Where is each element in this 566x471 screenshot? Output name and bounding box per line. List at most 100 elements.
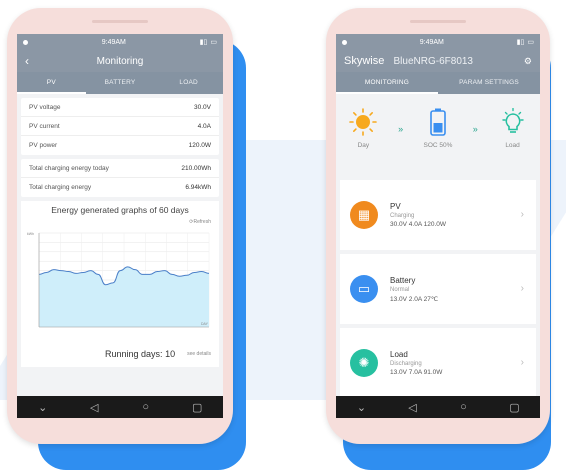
left-phone: 9:49AM ▮▯ ▭ ‹ Monitoring PV BATTERY LOAD bbox=[7, 8, 233, 444]
chevron-right-icon: › bbox=[520, 283, 524, 294]
signal-icon: ▮▯ bbox=[199, 39, 208, 46]
back-triangle-icon[interactable]: ◁ bbox=[83, 401, 105, 414]
status-bar: 9:49AM ▮▯ ▭ bbox=[17, 34, 223, 50]
tab-bar: MONITORING PARAM SETTINGS bbox=[336, 72, 540, 94]
running-days-label: Running days: bbox=[105, 349, 163, 359]
tab-load[interactable]: LOAD bbox=[154, 72, 223, 94]
card-values: 30.0V 4.0A 120.0W bbox=[390, 221, 447, 228]
chevron-right-icon: › bbox=[520, 357, 524, 368]
tab-pv[interactable]: PV bbox=[17, 72, 86, 94]
running-days-value: 10 bbox=[165, 349, 176, 359]
chevron-down-icon[interactable]: ⌄ bbox=[32, 401, 54, 414]
tab-bar: PV BATTERY LOAD bbox=[17, 72, 223, 94]
pv-card[interactable]: ▦ PV Charging 30.0V 4.0A 120.0W › bbox=[340, 180, 536, 250]
pv-voltage-row: PV voltage 30.0V bbox=[21, 98, 219, 117]
header: 9:49AM ▮▯ ▭ ‹ Monitoring PV BATTERY LOAD bbox=[17, 34, 223, 94]
battery-card-text: Battery Normal 13.0V 2.0A 27℃ bbox=[390, 276, 438, 303]
tab-param-settings[interactable]: PARAM SETTINGS bbox=[438, 72, 540, 94]
flow-arrow-icon: » bbox=[398, 124, 404, 134]
card-values: 13.0V 7.0A 91.0W bbox=[390, 369, 443, 376]
x-unit-label: DAY bbox=[201, 322, 209, 326]
page-title: Monitoring bbox=[96, 55, 144, 67]
card-status: Discharging bbox=[390, 361, 422, 367]
pv-power-row: PV power 120.0W bbox=[21, 136, 219, 155]
status-bar: 9:49AM ▮▯ ▭ bbox=[336, 34, 540, 50]
dashboard-screen: 9:49AM ▮▯ ▭ Skywise BlueNRG-6F8013 ⚙ MON… bbox=[336, 34, 540, 418]
flow-label: Load bbox=[505, 142, 520, 149]
flow-soc: SOC 50% bbox=[418, 108, 458, 149]
row-value: 120.0W bbox=[188, 142, 211, 149]
status-icons: ▮▯ ▭ bbox=[200, 38, 217, 46]
title-bar: Skywise BlueNRG-6F8013 ⚙ bbox=[336, 50, 540, 72]
home-circle-icon[interactable]: ○ bbox=[135, 401, 157, 413]
flow-load: Load bbox=[493, 108, 533, 149]
speaker bbox=[410, 20, 466, 23]
see-details-link[interactable]: see details bbox=[187, 351, 211, 357]
monitoring-screen: 9:49AM ▮▯ ▭ ‹ Monitoring PV BATTERY LOAD bbox=[17, 34, 223, 418]
energy-total-row: Total charging energy 6.94kWh bbox=[21, 178, 219, 197]
row-label: Total charging energy today bbox=[29, 164, 109, 172]
recents-square-icon[interactable]: ▢ bbox=[186, 401, 208, 414]
energy-flow: Day » SOC 50% » Load bbox=[336, 94, 540, 176]
card-values: 13.0V 2.0A 27℃ bbox=[390, 295, 439, 303]
back-triangle-icon[interactable]: ◁ bbox=[402, 401, 424, 414]
running-days: Running days: 10 bbox=[105, 349, 175, 359]
bulb-icon: ✺ bbox=[350, 349, 378, 377]
battery-icon bbox=[430, 108, 446, 136]
load-card-text: Load Discharging 13.0V 7.0A 91.0W bbox=[390, 350, 442, 376]
row-value: 30.0V bbox=[194, 103, 211, 111]
card-title: PV bbox=[390, 202, 401, 211]
title-bar: ‹ Monitoring bbox=[17, 50, 223, 72]
flow-day: Day bbox=[343, 108, 383, 149]
energy-readings: Total charging energy today 210.00Wh Tot… bbox=[21, 159, 219, 197]
tab-monitoring[interactable]: MONITORING bbox=[336, 72, 438, 94]
card-status: Charging bbox=[390, 213, 415, 219]
flow-arrow-icon: » bbox=[472, 124, 478, 134]
home-circle-icon[interactable]: ○ bbox=[453, 401, 475, 413]
graph-title: Energy generated graphs of 60 days bbox=[51, 205, 189, 215]
status-time: 9:49AM bbox=[101, 38, 126, 46]
speaker bbox=[92, 20, 148, 23]
row-value: 4.0A bbox=[197, 122, 211, 130]
card-title: Battery bbox=[390, 275, 416, 285]
pv-readings: PV voltage 30.0V PV current 4.0A PV powe… bbox=[21, 98, 219, 155]
row-label: PV voltage bbox=[29, 103, 61, 111]
battery-icon: ▭ bbox=[350, 275, 378, 303]
battery-status-icon: ▭ bbox=[210, 39, 217, 46]
row-value: 210.00Wh bbox=[181, 164, 211, 172]
pv-card-text: PV Charging 30.0V 4.0A 120.0W bbox=[390, 202, 446, 228]
energy-chart: kWh DAY bbox=[27, 232, 210, 328]
right-phone: 9:49AM ▮▯ ▭ Skywise BlueNRG-6F8013 ⚙ MON… bbox=[326, 8, 550, 444]
y-unit-label: kWh bbox=[27, 232, 34, 236]
bulb-icon bbox=[501, 108, 524, 133]
notification-icon bbox=[23, 39, 28, 45]
refresh-button[interactable]: ⟳Refresh bbox=[189, 219, 211, 225]
pv-current-row: PV current 4.0A bbox=[21, 117, 219, 136]
row-label: Total charging energy bbox=[29, 184, 92, 191]
signal-icon: ▮▯ bbox=[516, 39, 525, 46]
device-name: BlueNRG-6F8013 bbox=[393, 56, 473, 67]
row-label: PV power bbox=[29, 142, 58, 149]
load-card[interactable]: ✺ Load Discharging 13.0V 7.0A 91.0W › bbox=[340, 328, 536, 398]
system-nav-bar: ⌄ ◁ ○ ▢ bbox=[336, 396, 540, 418]
gear-icon[interactable]: ⚙ bbox=[524, 56, 532, 67]
header: 9:49AM ▮▯ ▭ Skywise BlueNRG-6F8013 ⚙ MON… bbox=[336, 34, 540, 94]
battery-card[interactable]: ▭ Battery Normal 13.0V 2.0A 27℃ › bbox=[340, 254, 536, 324]
row-value: 6.94kWh bbox=[185, 184, 211, 191]
row-label: PV current bbox=[29, 122, 60, 130]
notification-icon bbox=[342, 39, 347, 45]
chevron-down-icon[interactable]: ⌄ bbox=[351, 401, 373, 414]
tab-battery[interactable]: BATTERY bbox=[86, 72, 155, 94]
card-title: Load bbox=[390, 350, 408, 359]
solar-panel-icon: ▦ bbox=[350, 201, 378, 229]
status-time: 9:49AM bbox=[419, 38, 444, 46]
app-name: Skywise bbox=[344, 55, 385, 67]
battery-status-icon: ▭ bbox=[527, 39, 534, 46]
back-arrow-icon[interactable]: ‹ bbox=[25, 54, 39, 68]
flow-label: Day bbox=[357, 142, 370, 149]
flow-label: SOC 50% bbox=[423, 142, 453, 149]
recents-square-icon[interactable]: ▢ bbox=[504, 401, 526, 414]
sun-icon bbox=[349, 108, 378, 136]
app-showcase: 9:49AM ▮▯ ▭ ‹ Monitoring PV BATTERY LOAD bbox=[0, 0, 566, 471]
device-title: Skywise BlueNRG-6F8013 bbox=[344, 55, 473, 67]
